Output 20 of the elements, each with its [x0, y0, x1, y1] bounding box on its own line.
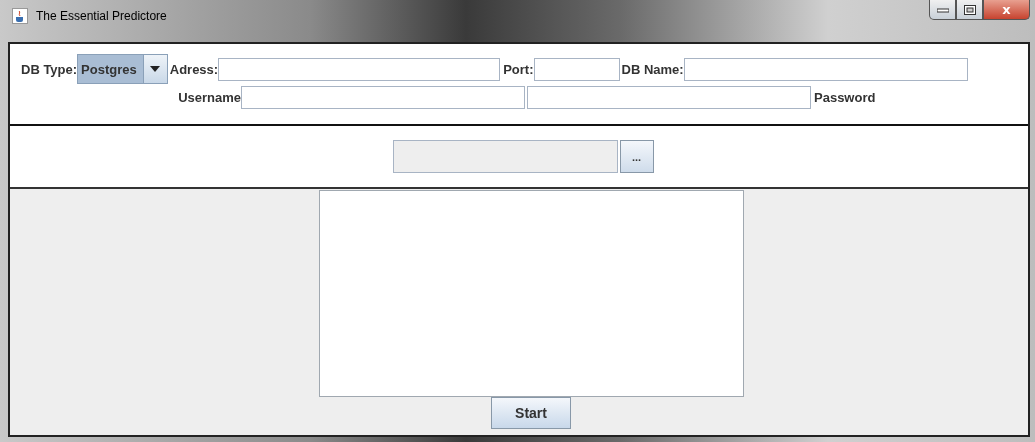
caret-icon: [150, 66, 161, 72]
address-field[interactable]: [218, 57, 501, 81]
db-type-label: DB Type:: [21, 61, 78, 77]
java-cup-icon: [12, 8, 28, 24]
password-label: Password: [814, 89, 876, 105]
db-type-dropdown[interactable]: Postgres: [77, 54, 168, 84]
window-title: The Essential Predictore: [36, 8, 168, 24]
db-name-field[interactable]: [683, 57, 968, 81]
minimize-icon: [936, 6, 949, 13]
port-field[interactable]: [533, 57, 620, 81]
start-button[interactable]: Start: [491, 397, 571, 429]
maximize-button[interactable]: [956, 0, 983, 20]
username-field[interactable]: [241, 85, 525, 109]
address-label: Adress:: [169, 61, 219, 77]
maximize-icon: [963, 4, 976, 15]
db-name-label: DB Name:: [621, 61, 684, 77]
minimize-button[interactable]: [929, 0, 956, 20]
username-label: Username: [177, 89, 241, 105]
port-label: Port:: [503, 61, 534, 77]
password-field[interactable]: [527, 85, 811, 109]
